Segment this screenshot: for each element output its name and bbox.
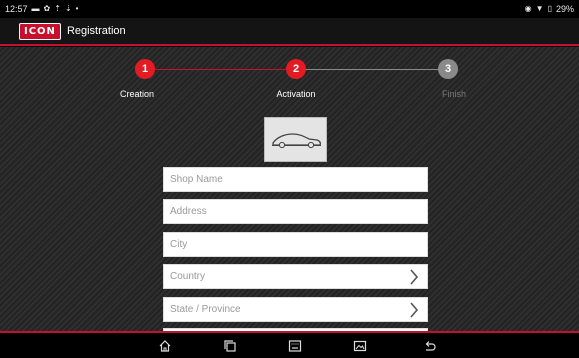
step-2-indicator: 2 <box>286 59 306 79</box>
country-select[interactable]: Country <box>163 264 428 289</box>
brand-logo: ICON <box>19 22 61 40</box>
registration-content: 1 Creation 2 Activation 3 Finish Shop Na… <box>0 47 579 331</box>
screenshot-icon <box>353 340 367 352</box>
state-province-select[interactable]: State / Province <box>163 297 428 322</box>
status-bar: 12:57 ▬ ✿ ⇡ ⇣ • ◉ ▼ ▯ 29% <box>0 0 579 18</box>
chevron-right-icon <box>410 268 419 285</box>
back-icon <box>425 341 436 351</box>
address-placeholder: Address <box>170 206 207 217</box>
battery-level: 29% <box>555 4 574 14</box>
status-left: 12:57 ▬ ✿ ⇡ ⇣ • <box>5 4 78 14</box>
recent-apps-icon <box>224 340 236 352</box>
keyboard-icon <box>288 340 302 352</box>
wifi-icon: ▼ <box>535 4 544 13</box>
app-bar: ICON Registration <box>0 18 579 46</box>
step-2-number: 2 <box>292 63 300 75</box>
city-field[interactable]: City <box>163 232 428 257</box>
home-button[interactable] <box>156 337 174 355</box>
vehicle-image[interactable] <box>264 117 327 162</box>
step-1-label: Creation <box>119 89 155 99</box>
shop-name-field[interactable]: Shop Name <box>163 167 428 192</box>
system-nav-bar <box>0 333 579 358</box>
recent-apps-button[interactable] <box>221 337 239 355</box>
shop-name-placeholder: Shop Name <box>170 174 223 185</box>
status-time: 12:57 <box>5 4 28 14</box>
settings-icon: ✿ <box>43 4 51 13</box>
state-province-placeholder: State / Province <box>170 304 241 315</box>
upload-icon: ⇡ <box>54 4 61 13</box>
battery-icon: ▯ <box>547 4 552 13</box>
step-1-number: 1 <box>141 63 149 75</box>
address-field[interactable]: Address <box>163 199 428 224</box>
step-connector-2 <box>306 69 438 70</box>
step-1-indicator: 1 <box>135 59 155 79</box>
keyboard-button[interactable] <box>286 337 304 355</box>
step-3-label: Finish <box>441 89 466 99</box>
car-silhouette-icon <box>272 133 322 149</box>
step-2-label: Activation <box>276 89 316 99</box>
city-placeholder: City <box>170 239 188 250</box>
page-title: Registration <box>66 25 126 37</box>
progress-stepper: 1 Creation 2 Activation 3 Finish <box>0 47 579 107</box>
step-3-indicator: 3 <box>438 59 458 79</box>
notification-icon: ▬ <box>31 4 40 13</box>
screenshot-button[interactable] <box>351 337 369 355</box>
home-icon <box>159 340 171 352</box>
status-right: ◉ ▼ ▯ 29% <box>525 4 574 14</box>
download-icon: ⇣ <box>64 4 72 13</box>
step-connector-1 <box>155 69 286 70</box>
location-icon: ◉ <box>524 4 532 13</box>
chevron-right-icon <box>410 301 419 318</box>
dot-icon: • <box>75 4 79 13</box>
back-button[interactable] <box>421 337 439 355</box>
country-placeholder: Country <box>170 271 206 282</box>
step-3-number: 3 <box>444 63 452 75</box>
